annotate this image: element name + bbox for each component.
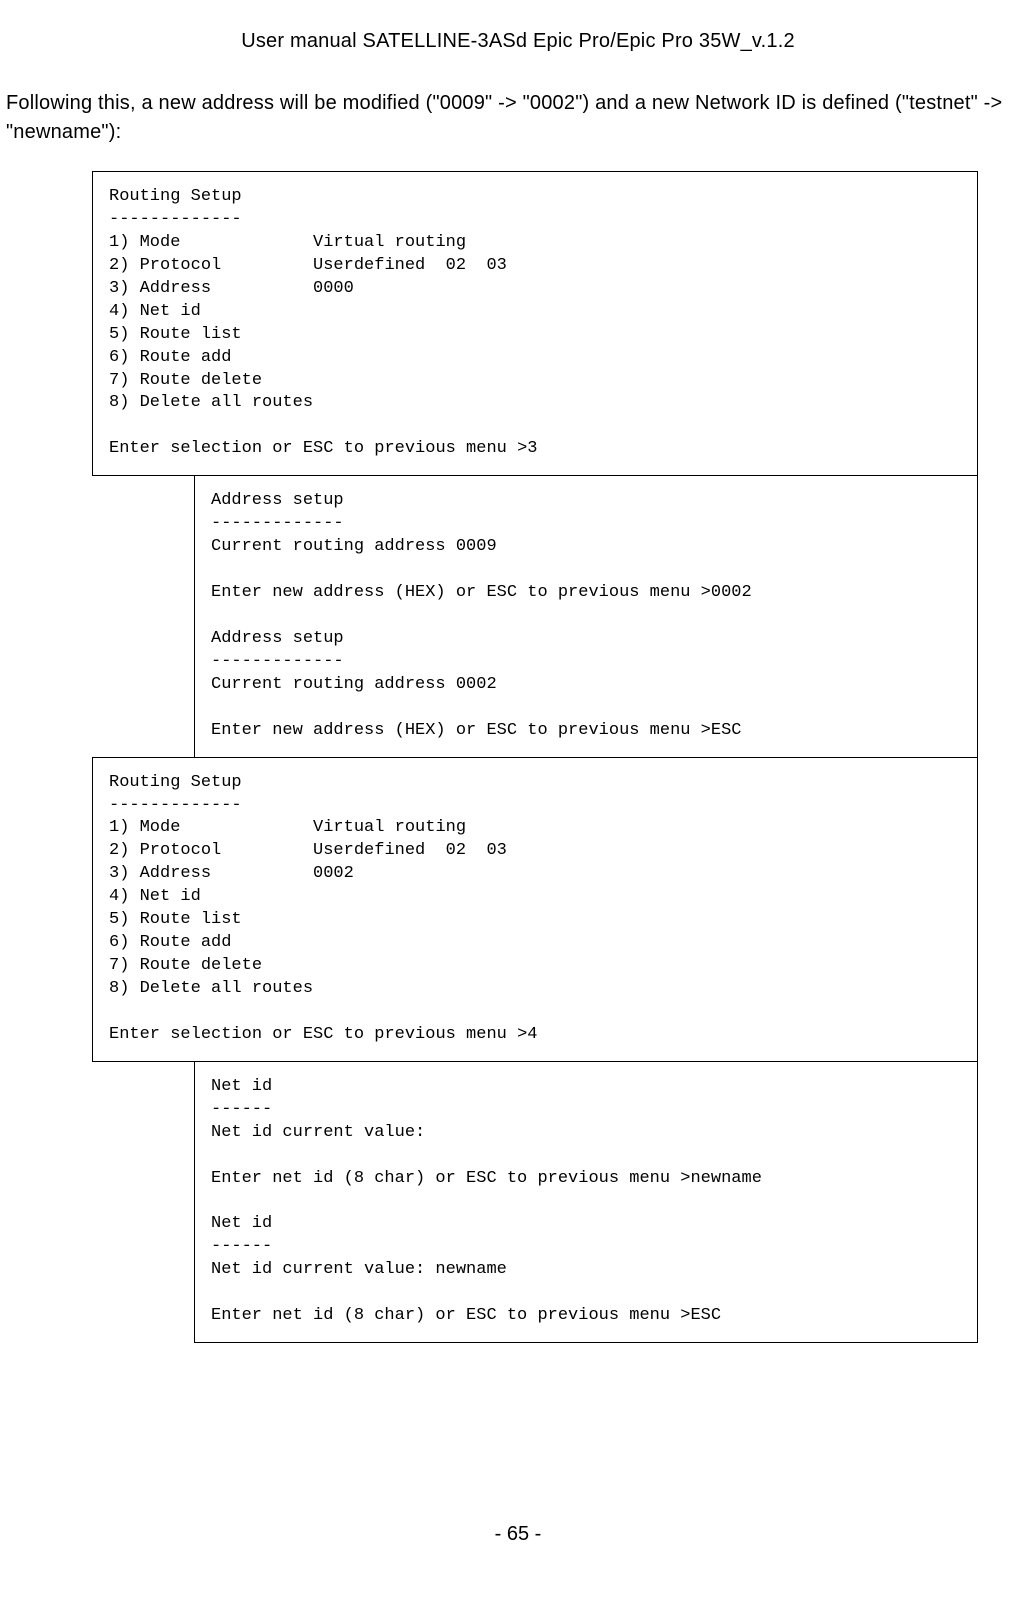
terminal-box-routing-setup-1: Routing Setup ------------- 1) Mode Virt… (92, 171, 978, 476)
page-number: - 65 - (0, 1523, 1036, 1546)
terminal-box-address-setup: Address setup ------------- Current rout… (194, 475, 978, 757)
terminal-box-net-id: Net id ------ Net id current value: Ente… (194, 1061, 978, 1343)
intro-paragraph: Following this, a new address will be mo… (0, 89, 1036, 147)
page-header-title: User manual SATELLINE-3ASd Epic Pro/Epic… (0, 30, 1036, 53)
terminal-box-routing-setup-2: Routing Setup ------------- 1) Mode Virt… (92, 757, 978, 1062)
